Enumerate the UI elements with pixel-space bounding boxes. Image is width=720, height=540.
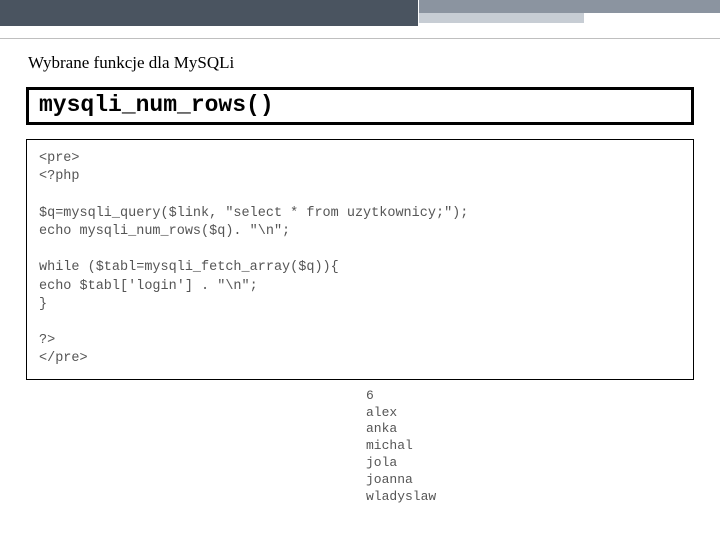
code-example: <pre> <?php $q=mysqli_query($link, "sele… <box>26 139 694 380</box>
header-bar-light <box>419 13 585 23</box>
slide-content: Wybrane funkcje dla MySQLi mysqli_num_ro… <box>0 39 720 506</box>
header-bar-right <box>419 0 720 23</box>
function-heading-text: mysqli_num_rows() <box>39 92 274 118</box>
code-output: 6 alex anka michal jola joanna wladyslaw <box>366 388 694 506</box>
section-title: Wybrane funkcje dla MySQLi <box>28 53 694 73</box>
slide-header-decoration <box>0 0 720 32</box>
header-bar-dark <box>0 0 419 26</box>
header-bar-mid <box>419 0 720 13</box>
function-heading-box: mysqli_num_rows() <box>26 87 694 125</box>
